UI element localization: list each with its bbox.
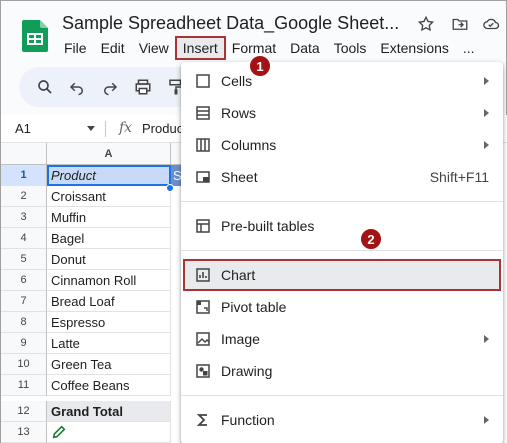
row-header[interactable]: 7 [1, 291, 47, 312]
cell[interactable]: Latte [47, 333, 171, 354]
select-all-corner[interactable] [1, 143, 47, 165]
menu-item-function[interactable]: Function [181, 404, 503, 436]
row-header[interactable]: 12 [1, 401, 47, 422]
menu-item-label: Chart [221, 267, 256, 283]
fx-icon: fx [119, 120, 133, 136]
row-header[interactable]: 10 [1, 354, 47, 375]
image-icon [196, 332, 210, 346]
sigma-icon [196, 414, 207, 426]
menu-bar: File Edit View Insert Format Data Tools … [57, 36, 482, 60]
google-sheets-logo-icon[interactable] [22, 20, 48, 52]
row-header[interactable]: 9 [1, 333, 47, 354]
row-header[interactable]: 2 [1, 186, 47, 207]
cell[interactable]: Bagel [47, 228, 171, 249]
menu-item-cells[interactable]: Cells [181, 65, 503, 97]
menu-extensions[interactable]: Extensions [373, 37, 455, 59]
row-header[interactable]: 3 [1, 207, 47, 228]
rows-icon [196, 106, 210, 120]
step-badge-2: 2 [360, 228, 382, 250]
menu-insert[interactable]: Insert [174, 36, 226, 60]
menu-item-label: Sheet [221, 169, 258, 185]
cell[interactable]: Cinnamon Roll [47, 270, 171, 291]
menu-item-label: Pivot table [221, 299, 287, 315]
pencil-icon[interactable] [51, 424, 67, 440]
menu-item-label: Image [221, 331, 260, 347]
keyboard-shortcut: Shift+F11 [429, 169, 489, 185]
submenu-arrow-icon [484, 77, 489, 85]
sheet-icon [196, 171, 210, 183]
star-icon[interactable] [417, 15, 435, 33]
document-title[interactable]: Sample Spreadheet Data_Google Sheet... [62, 13, 402, 34]
menu-more[interactable]: ... [456, 37, 482, 59]
redo-icon[interactable] [101, 78, 119, 96]
menu-item-rows[interactable]: Rows [181, 97, 503, 129]
cell-a1[interactable]: Product [47, 165, 171, 186]
menu-item-label: Function [221, 412, 275, 428]
cell[interactable]: Muffin [47, 207, 171, 228]
chart-icon [196, 268, 210, 282]
cell[interactable]: Donut [47, 249, 171, 270]
menu-item-image[interactable]: Image [181, 323, 503, 355]
menu-item-label: Cells [221, 73, 253, 89]
submenu-arrow-icon [484, 335, 489, 343]
row-header[interactable]: 5 [1, 249, 47, 270]
row-header[interactable]: 8 [1, 312, 47, 333]
menu-divider [181, 250, 503, 251]
menu-item-prebuilt-tables[interactable]: Pre-built tables [181, 210, 503, 242]
drawing-icon [196, 364, 210, 378]
row-header[interactable]: 4 [1, 228, 47, 249]
cell-grand-total[interactable]: Grand Total [47, 401, 171, 422]
menu-item-label: Columns [221, 137, 277, 153]
menu-view[interactable]: View [132, 37, 176, 59]
column-header-a[interactable]: A [47, 143, 171, 165]
step-badge-1: 1 [249, 55, 271, 77]
cell[interactable]: Bread Loaf [47, 291, 171, 312]
row-header[interactable]: 13 [1, 422, 47, 443]
menu-file[interactable]: File [57, 37, 94, 59]
submenu-arrow-icon [484, 109, 489, 117]
menu-divider [181, 201, 503, 202]
cell[interactable]: Espresso [47, 312, 171, 333]
row-header[interactable]: 1 [1, 165, 47, 186]
pivot-table-icon [196, 300, 210, 314]
row-header[interactable]: 11 [1, 375, 47, 396]
menu-item-label: Pre-built tables [221, 218, 315, 234]
menu-data[interactable]: Data [283, 37, 327, 59]
selection-fill-handle[interactable] [166, 184, 174, 192]
print-icon[interactable] [134, 78, 152, 96]
submenu-arrow-icon [484, 416, 489, 424]
cell[interactable]: Green Tea [47, 354, 171, 375]
submenu-arrow-icon [484, 141, 489, 149]
menu-item-sheet[interactable]: Sheet Shift+F11 [181, 161, 503, 193]
menu-tools[interactable]: Tools [327, 37, 374, 59]
formula-bar-divider [105, 121, 106, 137]
menu-item-chart[interactable]: Chart [183, 259, 501, 291]
insert-menu-dropdown: Cells Rows Columns Sheet Shift+F11 Pre-b [181, 62, 503, 443]
menu-item-columns[interactable]: Columns [181, 129, 503, 161]
search-icon[interactable] [36, 78, 54, 96]
menu-item-drawing[interactable]: Drawing [181, 355, 503, 387]
undo-icon[interactable] [68, 78, 86, 96]
menu-item-pivot-table[interactable]: Pivot table [181, 291, 503, 323]
columns-icon [196, 138, 210, 152]
cloud-status-icon[interactable] [482, 15, 500, 33]
menu-item-label: Drawing [221, 363, 273, 379]
row-header[interactable]: 6 [1, 270, 47, 291]
move-to-folder-icon[interactable] [451, 15, 469, 33]
name-box[interactable]: A1 [15, 121, 31, 136]
cell-icon [196, 74, 210, 88]
menu-item-label: Rows [221, 105, 257, 121]
cell[interactable]: Croissant [47, 186, 171, 207]
menu-edit[interactable]: Edit [94, 37, 132, 59]
name-box-dropdown-icon[interactable] [87, 126, 95, 131]
menu-divider [181, 395, 503, 396]
cell[interactable]: Coffee Beans [47, 375, 171, 396]
table-icon [196, 219, 210, 233]
